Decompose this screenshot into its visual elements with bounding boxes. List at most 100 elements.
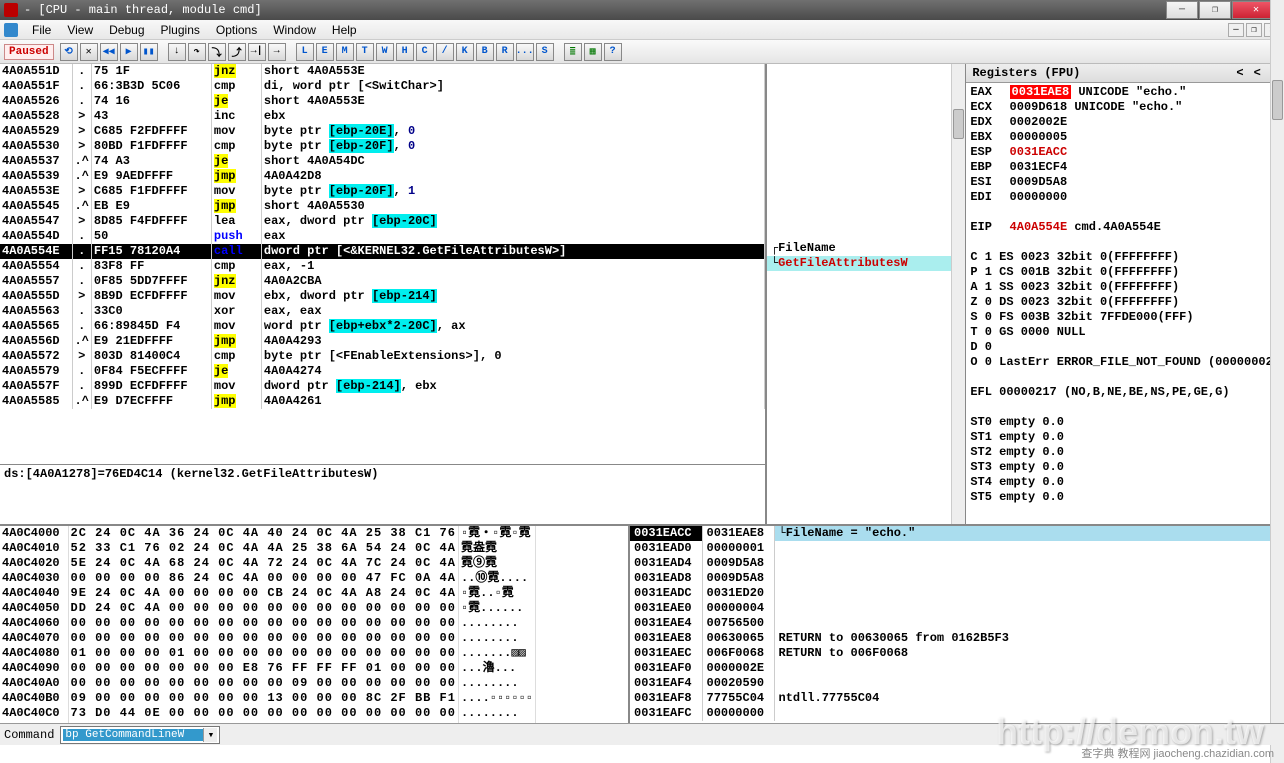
hex-row[interactable]: 4A0C401052 33 C1 76 02 24 0C 4A 4A 25 38… [0, 541, 535, 556]
toolbar-...-button[interactable]: ... [516, 43, 534, 61]
execute-till-return-button[interactable]: →| [248, 43, 266, 61]
maximize-button[interactable]: ❐ [1199, 1, 1231, 19]
stack-row[interactable]: 0031EAEC006F0068RETURN to 006F0068 [630, 646, 1284, 661]
hex-row[interactable]: 4A0C403000 00 00 00 86 24 0C 4A 00 00 00… [0, 571, 535, 586]
restart-button[interactable]: ⟲ [60, 43, 78, 61]
rewind-button[interactable]: ◀◀ [100, 43, 118, 61]
menu-view[interactable]: View [59, 21, 101, 39]
hex-row[interactable]: 4A0C40205E 24 0C 4A 68 24 0C 4A 72 24 0C… [0, 556, 535, 571]
toolbar-e-button[interactable]: E [316, 43, 334, 61]
toolbar-b-button[interactable]: B [476, 43, 494, 61]
hex-dump-pane[interactable]: 4A0C40002C 24 0C 4A 36 24 0C 4A 40 24 0C… [0, 526, 630, 734]
disasm-row[interactable]: 4A0A554D.50pusheax [0, 229, 764, 244]
toolbar-/-button[interactable]: / [436, 43, 454, 61]
menu-plugins[interactable]: Plugins [153, 21, 208, 39]
reg-prev-button[interactable]: < [1236, 66, 1243, 80]
register-line: EFL 00000217 (NO,B,NE,BE,NS,PE,GE,G) [970, 385, 1280, 400]
toolbar-w-button[interactable]: W [376, 43, 394, 61]
disasm-row[interactable]: 4A0A553E>C685 F1FDFFFFmovbyte ptr [ebp-2… [0, 184, 764, 199]
disasm-scrollbar[interactable] [951, 64, 965, 524]
disasm-row[interactable]: 4A0A5554.83F8 FFcmpeax, -1 [0, 259, 764, 274]
disasm-row[interactable]: 4A0A5539.^E9 9AEDFFFFjmp4A0A42D8 [0, 169, 764, 184]
mdi-minimize-button[interactable]: ─ [1228, 23, 1244, 37]
goto-button[interactable]: → [268, 43, 286, 61]
hex-row[interactable]: 4A0C409000 00 00 00 00 00 00 E8 76 FF FF… [0, 661, 535, 676]
toolbar-s-button[interactable]: S [536, 43, 554, 61]
disasm-row[interactable]: 4A0A557F.899D ECFDFFFFmovdword ptr [ebp-… [0, 379, 764, 394]
disasm-row[interactable]: 4A0A5545.^EB E9jmpshort 4A0A5530 [0, 199, 764, 214]
toolbar-r-button[interactable]: R [496, 43, 514, 61]
stack-row[interactable]: 0031EAE000000004 [630, 601, 1284, 616]
disasm-row[interactable]: 4A0A5547>8D85 F4FDFFFFleaeax, dword ptr … [0, 214, 764, 229]
hex-row[interactable]: 4A0C406000 00 00 00 00 00 00 00 00 00 00… [0, 616, 535, 631]
mdi-restore-button[interactable]: ❐ [1246, 23, 1262, 37]
stack-row[interactable]: 0031EAF00000002E [630, 661, 1284, 676]
register-line: A 1 SS 0023 32bit 0(FFFFFFFF) [970, 280, 1280, 295]
command-input[interactable]: bp GetCommandLineW ▾ [60, 726, 220, 744]
disasm-row[interactable]: 4A0A5557.0F85 5DD7FFFFjnz4A0A2CBA [0, 274, 764, 289]
trace-into-button[interactable]: ⤵ [208, 43, 226, 61]
stack-pane[interactable]: 0031EACC0031EAE8└FileName = "echo."0031E… [630, 526, 1284, 734]
stack-row[interactable]: 0031EAD80009D5A8 [630, 571, 1284, 586]
disasm-row[interactable]: 4A0A5563.33C0xoreax, eax [0, 304, 764, 319]
reg-prev2-button[interactable]: < [1254, 66, 1261, 80]
help-button[interactable]: ? [604, 43, 622, 61]
disasm-row[interactable]: 4A0A5528>43incebx [0, 109, 764, 124]
disasm-row[interactable]: 4A0A5585.^E9 D7ECFFFFjmp4A0A4261 [0, 394, 764, 409]
disasm-row[interactable]: 4A0A556D.^E9 21EDFFFFjmp4A0A4293 [0, 334, 764, 349]
disasm-row[interactable]: 4A0A554E.FF15 78120A4calldword ptr [<&KE… [0, 244, 764, 259]
stack-row[interactable]: 0031EAD000000001 [630, 541, 1284, 556]
stack-row[interactable]: 0031EACC0031EAE8└FileName = "echo." [630, 526, 1284, 541]
hex-row[interactable]: 4A0C4050DD 24 0C 4A 00 00 00 00 00 00 00… [0, 601, 535, 616]
toolbar-h-button[interactable]: H [396, 43, 414, 61]
toolbar-l-button[interactable]: L [296, 43, 314, 61]
stack-row[interactable]: 0031EAF877755C04ntdll.77755C04 [630, 691, 1284, 706]
step-over-button[interactable]: ↷ [188, 43, 206, 61]
hex-row[interactable]: 4A0C40409E 24 0C 4A 00 00 00 00 CB 24 0C… [0, 586, 535, 601]
minimize-button[interactable]: ─ [1166, 1, 1198, 19]
disasm-row[interactable]: 4A0A555D>8B9D ECFDFFFFmovebx, dword ptr … [0, 289, 764, 304]
hex-row[interactable]: 4A0C40A000 00 00 00 00 00 00 00 00 09 00… [0, 676, 535, 691]
menu-file[interactable]: File [24, 21, 59, 39]
disasm-row[interactable]: 4A0A551D.75 1Fjnzshort 4A0A553E [0, 64, 764, 79]
appearance-button[interactable]: ▦ [584, 43, 602, 61]
hex-row[interactable]: 4A0C40002C 24 0C 4A 36 24 0C 4A 40 24 0C… [0, 526, 535, 541]
command-dropdown-icon[interactable]: ▾ [203, 728, 217, 742]
disasm-row[interactable]: 4A0A5565.66:89845D F4movword ptr [ebp+eb… [0, 319, 764, 334]
comment-column[interactable]: ┌FileName└GetFileAttributesW [767, 64, 966, 524]
menu-window[interactable]: Window [265, 21, 324, 39]
trace-over-button[interactable]: ⤴ [228, 43, 246, 61]
toolbar-m-button[interactable]: M [336, 43, 354, 61]
disassembly-view[interactable]: 4A0A551D.75 1Fjnzshort 4A0A553E4A0A551F.… [0, 64, 765, 464]
disasm-row[interactable]: 4A0A5537.^74 A3jeshort 4A0A54DC [0, 154, 764, 169]
toolbar-k-button[interactable]: K [456, 43, 474, 61]
toolbar-c-button[interactable]: C [416, 43, 434, 61]
disasm-row[interactable]: 4A0A5526.74 16jeshort 4A0A553E [0, 94, 764, 109]
stack-row[interactable]: 0031EAFC00000000 [630, 706, 1284, 721]
disasm-row[interactable]: 4A0A5529>C685 F2FDFFFFmovbyte ptr [ebp-2… [0, 124, 764, 139]
menu-options[interactable]: Options [208, 21, 265, 39]
disasm-row[interactable]: 4A0A5530>80BD F1FDFFFFcmpbyte ptr [ebp-2… [0, 139, 764, 154]
stack-row[interactable]: 0031EAE400756500 [630, 616, 1284, 631]
registers-pane[interactable]: Registers (FPU) < < < EAX 0031EAE8 UNICO… [966, 64, 1284, 524]
hex-row[interactable]: 4A0C40B009 00 00 00 00 00 00 00 13 00 00… [0, 691, 535, 706]
menu-help[interactable]: Help [324, 21, 365, 39]
hex-row[interactable]: 4A0C40C073 D0 44 0E 00 00 00 00 00 00 00… [0, 706, 535, 721]
stack-row[interactable]: 0031EAF400020590 [630, 676, 1284, 691]
stack-row[interactable]: 0031EAE800630065RETURN to 00630065 from … [630, 631, 1284, 646]
step-into-button[interactable]: ↓ [168, 43, 186, 61]
hex-row[interactable]: 4A0C407000 00 00 00 00 00 00 00 00 00 00… [0, 631, 535, 646]
menu-debug[interactable]: Debug [101, 21, 152, 39]
close-debuggee-button[interactable]: ✕ [80, 43, 98, 61]
disasm-row[interactable]: 4A0A551F.66:3B3D 5C06cmpdi, word ptr [<S… [0, 79, 764, 94]
stack-scrollbar[interactable] [1270, 526, 1284, 734]
pause-button[interactable]: ▮▮ [140, 43, 158, 61]
hex-row[interactable]: 4A0C408001 00 00 00 01 00 00 00 00 00 00… [0, 646, 535, 661]
toolbar-t-button[interactable]: T [356, 43, 374, 61]
run-button[interactable]: ▶ [120, 43, 138, 61]
stack-row[interactable]: 0031EADC0031ED20 [630, 586, 1284, 601]
disasm-row[interactable]: 4A0A5572>803D 81400C4cmpbyte ptr [<FEnab… [0, 349, 764, 364]
options-button[interactable]: ≣ [564, 43, 582, 61]
disasm-row[interactable]: 4A0A5579.0F84 F5ECFFFFje4A0A4274 [0, 364, 764, 379]
stack-row[interactable]: 0031EAD40009D5A8 [630, 556, 1284, 571]
